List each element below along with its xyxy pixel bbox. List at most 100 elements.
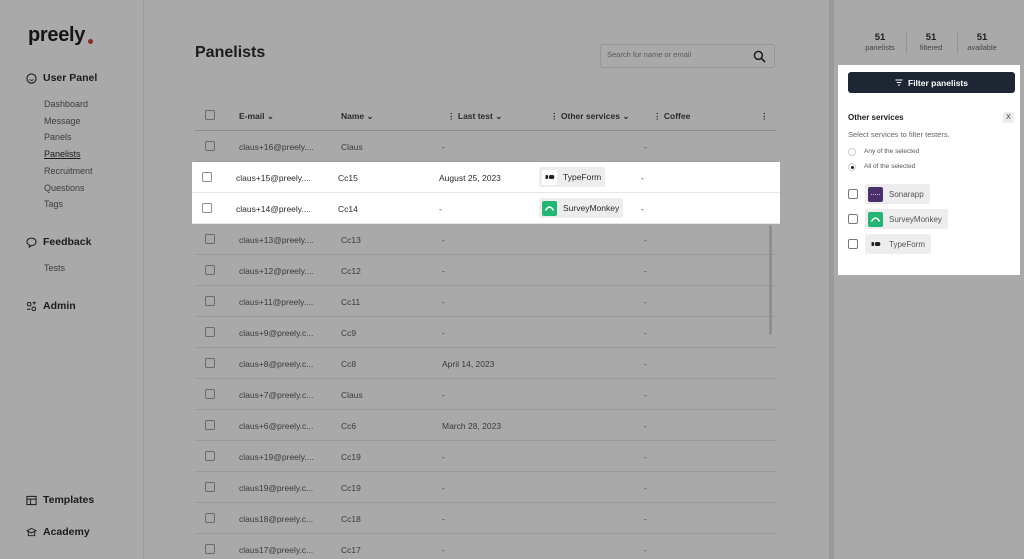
sidebar-item-tests[interactable]: Tests (44, 263, 65, 273)
stat-filtered: 51 filtered (907, 32, 955, 52)
sidebar-item-panels[interactable]: Panels (44, 132, 72, 142)
row-checkbox[interactable] (205, 513, 215, 523)
sidebar-section-user-panel[interactable]: User Panel (26, 72, 97, 84)
drag-handle-icon[interactable]: ⋮ (447, 111, 456, 121)
service-checkbox-sonarapp[interactable] (848, 189, 858, 199)
row-checkbox[interactable] (205, 265, 215, 275)
search-box[interactable] (600, 44, 775, 68)
row-checkbox[interactable] (205, 234, 215, 244)
close-filter-button[interactable]: X (1003, 112, 1014, 123)
table-row[interactable]: claus+15@preely.... Cc15 August 25, 2023 Ty… (192, 162, 780, 193)
radio-all-selected[interactable] (848, 163, 856, 171)
row-checkbox[interactable] (205, 141, 215, 151)
drag-handle-icon[interactable]: ⋮ (653, 111, 662, 121)
table-row[interactable]: claus+13@preely.... Cc13 - - (195, 224, 776, 255)
sidebar-item-tags[interactable]: Tags (44, 199, 63, 209)
cell-coffee: - (644, 142, 647, 152)
cell-last-test: April 14, 2023 (442, 359, 495, 369)
service-label: TypeForm (563, 172, 602, 182)
cell-last-test: - (442, 514, 445, 524)
column-label: Name (341, 111, 365, 121)
table-row[interactable]: claus+6@preely.c... Cc6 March 28, 2023 - (195, 410, 776, 441)
column-header-last-test[interactable]: ⋮ Last test ⌄ (447, 111, 502, 122)
row-checkbox[interactable] (202, 203, 212, 213)
filter-panelists-button[interactable]: Filter panelists (848, 72, 1015, 93)
table-row[interactable]: claus19@preely.c... Cc19 - - (195, 472, 776, 503)
sidebar-item-panelists[interactable]: Panelists (44, 149, 81, 159)
academy-icon (26, 527, 37, 536)
select-all-checkbox[interactable] (205, 110, 215, 120)
table-row[interactable]: claus+12@preely.... Cc12 - - (195, 255, 776, 286)
filter-description: Select services to filter testers. (848, 130, 950, 139)
column-header-other-services[interactable]: ⋮ Other services ⌄ (550, 111, 629, 122)
sidebar-item-label: Templates (43, 494, 95, 506)
sidebar-item-label: Academy (43, 526, 90, 538)
row-checkbox[interactable] (205, 451, 215, 461)
table-row[interactable]: claus+7@preely.c... Claus - - (195, 379, 776, 410)
search-icon[interactable] (753, 50, 766, 63)
service-checkbox-typeform[interactable] (848, 239, 858, 249)
row-checkbox[interactable] (205, 544, 215, 554)
cell-coffee: - (644, 483, 647, 493)
row-checkbox[interactable] (205, 358, 215, 368)
row-checkbox[interactable] (202, 172, 212, 182)
sidebar-item-message[interactable]: Message (44, 116, 81, 126)
radio-any-selected[interactable] (848, 148, 856, 156)
table-row[interactable]: claus18@preely.c... Cc18 - - (195, 503, 776, 534)
column-header-name[interactable]: Name ⌄ (341, 111, 374, 122)
cell-email: claus+16@preely.... (239, 142, 314, 152)
column-options-icon[interactable]: ⋮ (760, 111, 769, 122)
row-checkbox[interactable] (205, 420, 215, 430)
search-input[interactable] (607, 50, 747, 59)
cell-last-test: - (442, 266, 445, 276)
sidebar-item-recruitment[interactable]: Recruitment (44, 166, 93, 176)
table-row[interactable]: claus+9@preely.c... Cc9 - - (195, 317, 776, 348)
chevron-down-icon: ⌄ (622, 111, 630, 121)
sidebar-item-questions[interactable]: Questions (44, 183, 85, 193)
panelists-table: E-mail ⌄ Name ⌄ ⋮ Last test ⌄ ⋮ Other se… (192, 100, 780, 559)
table-row[interactable]: claus+14@preely.... Cc14 - SurveyMonkey - (192, 193, 780, 224)
row-checkbox[interactable] (205, 327, 215, 337)
drag-handle-icon[interactable]: ⋮ (550, 111, 559, 121)
sidebar-section-label: User Panel (43, 72, 98, 84)
service-checkbox-surveymonkey[interactable] (848, 214, 858, 224)
sidebar-item-dashboard[interactable]: Dashboard (44, 99, 88, 109)
row-checkbox[interactable] (205, 296, 215, 306)
table-row[interactable]: claus+16@preely.... Claus - - (195, 131, 776, 162)
sidebar-item-templates[interactable]: Templates (26, 494, 94, 506)
sidebar-section-admin[interactable]: Admin (26, 300, 76, 312)
sidebar-item-academy[interactable]: Academy (26, 526, 90, 538)
cell-name: Cc18 (341, 514, 361, 524)
filter-button-label: Filter panelists (908, 77, 968, 88)
cell-last-test: - (442, 545, 445, 555)
column-label: E-mail (239, 111, 265, 121)
column-header-coffee[interactable]: ⋮ Coffee (653, 111, 690, 122)
scrollbar[interactable] (769, 225, 772, 335)
cell-email: claus+11@preely.... (239, 297, 314, 307)
radio-label[interactable]: All of the selected (864, 163, 915, 170)
row-checkbox[interactable] (205, 389, 215, 399)
surveymonkey-logo-icon (868, 211, 883, 227)
cell-name: Cc19 (341, 483, 361, 493)
cell-coffee: - (644, 514, 647, 524)
row-checkbox[interactable] (205, 482, 215, 492)
table-row[interactable]: claus17@preely.c... Cc17 - - (195, 534, 776, 559)
preely-logo[interactable]: preely (28, 24, 85, 47)
table-row[interactable]: claus+8@preely.c... Cc8 April 14, 2023 - (195, 348, 776, 379)
service-option-surveymonkey[interactable]: SurveyMonkey (865, 209, 948, 229)
table-row[interactable]: claus+19@preely.... Cc19 - - (195, 441, 776, 472)
service-chip: SurveyMonkey (539, 198, 624, 218)
sidebar-section-feedback[interactable]: Feedback (26, 236, 91, 248)
typeform-logo-icon (868, 236, 883, 252)
table-row[interactable]: claus+11@preely.... Cc11 - - (195, 286, 776, 317)
cell-email: claus+6@preely.c... (239, 421, 314, 431)
service-option-typeform[interactable]: TypeForm (865, 234, 932, 254)
service-chip: TypeForm (539, 167, 606, 187)
table-body: claus+16@preely.... Claus - - claus+15@preel… (192, 131, 780, 559)
sidebar-section-label: Feedback (43, 236, 92, 248)
column-header-email[interactable]: E-mail ⌄ (239, 111, 274, 122)
cell-last-test: March 28, 2023 (442, 421, 502, 431)
service-option-sonarapp[interactable]: Sonarapp (865, 184, 930, 204)
cell-email: claus+19@preely.... (239, 452, 314, 462)
radio-label[interactable]: Any of the selected (864, 148, 919, 155)
